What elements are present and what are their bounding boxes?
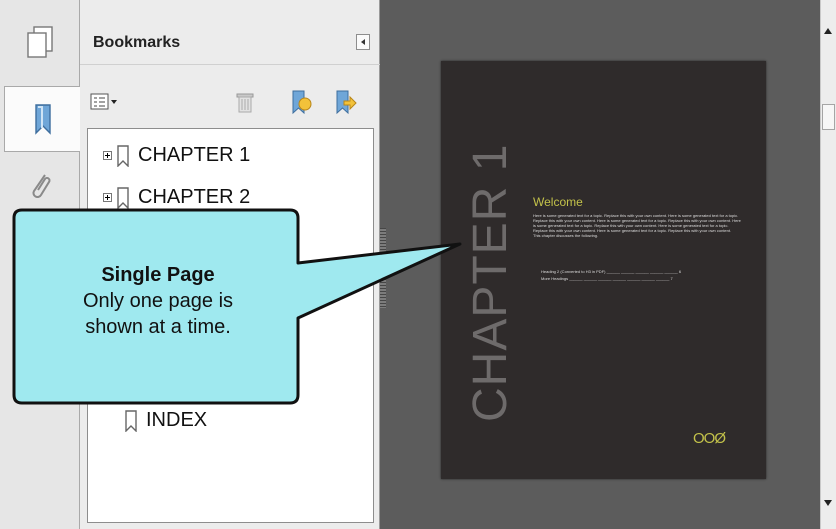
scroll-up-icon[interactable] (824, 28, 832, 34)
page-welcome-heading: Welcome (533, 195, 583, 209)
attachments-panel-button[interactable] (4, 154, 76, 218)
pages-panel-button[interactable] (4, 10, 76, 74)
collapse-panel-button[interactable] (356, 34, 370, 50)
toolbar-divider (80, 64, 380, 65)
options-menu-icon (90, 93, 117, 110)
callout-title: Single Page (101, 264, 215, 286)
expand-bookmark-button[interactable] (332, 90, 358, 115)
page-ornament: OOØ (693, 430, 726, 447)
bookmark-label: INDEX (146, 409, 208, 431)
expand-icon[interactable] (103, 151, 112, 160)
bookmark-label: CHAPTER 1 (138, 144, 251, 166)
new-bookmark-button[interactable] (288, 90, 314, 115)
document-page: CHAPTER 1 Welcome Here is some generated… (441, 61, 766, 479)
callout-line-1: Only one page is (82, 290, 234, 312)
bookmark-icon (125, 409, 137, 432)
options-menu-button[interactable] (90, 90, 120, 114)
page-intro-text: This chapter discusses the following. (533, 233, 599, 238)
vertical-scrollbar[interactable] (820, 0, 836, 529)
bookmarks-panel-button[interactable] (4, 86, 81, 152)
callout: Single Page Only one page is shown at a … (18, 262, 298, 340)
new-bookmark-icon (292, 90, 312, 115)
pages-icon (27, 26, 53, 58)
delete-bookmark-button[interactable] (234, 90, 256, 114)
expand-icon[interactable] (103, 193, 112, 202)
toc-entry: Heading 2 (Converted to H3 in PDF) _____… (541, 269, 682, 274)
callout-line-2: shown at a time. (85, 316, 231, 338)
panel-title: Bookmarks (93, 34, 181, 51)
bookmark-icon (117, 186, 129, 209)
bookmark-item-chapter-2[interactable]: CHAPTER 2 (103, 186, 250, 209)
chapter-heading: CHAPTER 1 (464, 143, 517, 422)
scroll-down-icon[interactable] (824, 500, 832, 506)
bookmark-icon (117, 144, 129, 167)
page-body-text: Here is some generated text for a topic.… (533, 213, 741, 238)
bookmark-item-index[interactable]: INDEX (124, 409, 207, 432)
panel-resize-handle[interactable] (380, 228, 386, 308)
scroll-thumb[interactable] (822, 104, 835, 130)
delete-bookmark-icon (236, 93, 254, 113)
expand-bookmark-icon (336, 90, 357, 115)
attachment-icon (32, 174, 51, 198)
toc-entry: More Headings ______ ______ ______ _____… (541, 276, 673, 281)
bookmark-label: CHAPTER 2 (138, 186, 251, 208)
bookmark-icon (35, 104, 51, 135)
bookmark-item-chapter-1[interactable]: CHAPTER 1 (103, 144, 250, 167)
